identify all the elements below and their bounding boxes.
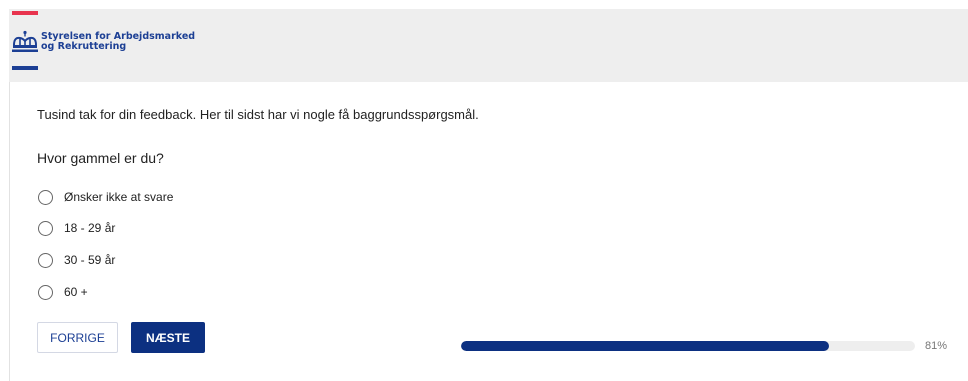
option-60-plus[interactable]: 60 + — [38, 283, 88, 301]
site-header: Styrelsen for Arbejdsmarked og Rekrutter… — [9, 9, 968, 82]
intro-text: Tusind tak for din feedback. Her til sid… — [37, 107, 479, 122]
progress-bar-fill — [461, 341, 829, 351]
option-30-59[interactable]: 30 - 59 år — [38, 251, 115, 269]
radio-button[interactable] — [38, 220, 53, 236]
org-logo-text: Styrelsen for Arbejdsmarked og Rekrutter… — [41, 32, 195, 52]
previous-button[interactable]: FORRIGE — [37, 322, 118, 353]
progress-bar — [461, 341, 915, 351]
radio-button[interactable] — [38, 189, 53, 205]
content-left-border — [9, 82, 10, 381]
radio-button[interactable] — [38, 284, 53, 300]
option-label: Ønsker ikke at svare — [64, 190, 174, 204]
crown-icon — [12, 30, 38, 52]
option-18-29[interactable]: 18 - 29 år — [38, 219, 115, 237]
logo-top-stripe — [12, 11, 38, 15]
progress-percentage: 81% — [925, 340, 948, 352]
option-label: 30 - 59 år — [64, 253, 116, 267]
option-label: 60 + — [64, 285, 88, 299]
radio-button[interactable] — [38, 252, 53, 268]
next-button[interactable]: NÆSTE — [131, 322, 205, 353]
question-title: Hvor gammel er du? — [37, 150, 164, 166]
option-label: 18 - 29 år — [64, 221, 116, 235]
logo-bottom-stripe — [12, 66, 38, 70]
option-no-answer[interactable]: Ønsker ikke at svare — [38, 188, 173, 206]
org-name-line2: og Rekruttering — [41, 41, 127, 52]
